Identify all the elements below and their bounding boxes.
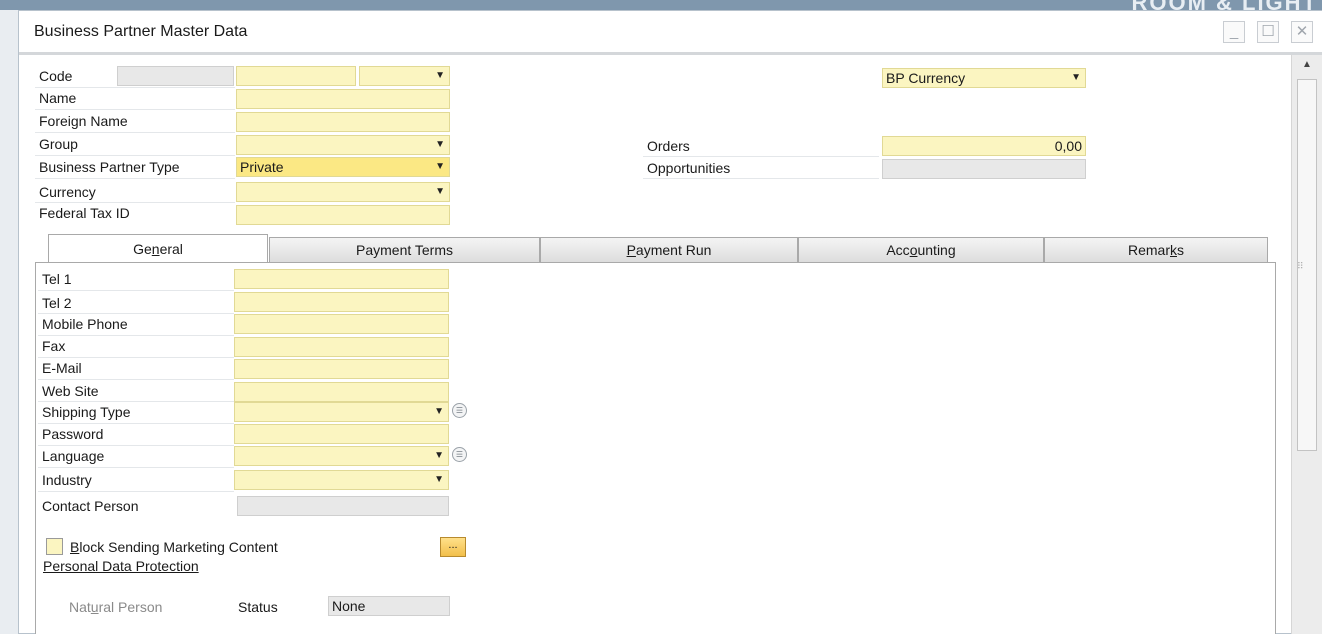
scroll-up-arrow-icon[interactable]: ▲ — [1298, 59, 1316, 75]
group-label: Group — [39, 136, 78, 152]
email-input[interactable] — [234, 359, 449, 379]
window-title: Business Partner Master Data — [34, 23, 248, 40]
minimize-button[interactable]: _ — [1223, 21, 1245, 43]
row-divider — [38, 401, 234, 402]
group-select[interactable]: ▼ — [236, 135, 450, 155]
currency-select[interactable]: ▼ — [236, 182, 450, 202]
row-divider — [35, 202, 235, 203]
row-divider — [38, 335, 234, 336]
federal-tax-id-label: Federal Tax ID — [39, 205, 130, 221]
block-marketing-label: Block Sending Marketing Content — [70, 539, 278, 555]
fax-label: Fax — [42, 338, 66, 354]
foreign-name-input[interactable] — [236, 112, 450, 132]
chevron-down-icon: ▼ — [435, 70, 445, 81]
status-label: Status — [238, 599, 278, 615]
shipping-type-list-icon[interactable]: ☰ — [452, 403, 467, 418]
code-input[interactable] — [236, 66, 356, 86]
close-button[interactable]: ✕ — [1291, 21, 1313, 43]
personal-data-protection-link[interactable]: Personal Data Protection — [43, 558, 199, 574]
chevron-down-icon: ▼ — [434, 450, 444, 461]
shipping-type-select[interactable]: ▼ — [234, 402, 449, 422]
contact-person-field — [237, 496, 449, 516]
block-marketing-checkbox[interactable] — [46, 538, 63, 555]
tel2-input[interactable] — [234, 292, 449, 312]
language-list-icon[interactable]: ☰ — [452, 447, 467, 462]
website-label: Web Site — [42, 383, 99, 399]
tab-remarks[interactable]: Remarks — [1044, 237, 1268, 263]
tab-general[interactable]: General — [48, 234, 268, 264]
row-divider — [35, 132, 235, 133]
window-titlebar: Business Partner Master Data _ ☐ ✕ — [19, 11, 1322, 55]
tel2-label: Tel 2 — [42, 295, 72, 311]
general-tab-panel — [35, 262, 1276, 634]
chevron-down-icon: ▼ — [435, 161, 445, 172]
contact-person-label: Contact Person — [42, 498, 139, 514]
row-divider — [38, 467, 234, 468]
opportunities-label: Opportunities — [647, 160, 731, 176]
row-divider — [35, 87, 235, 88]
tab-accounting[interactable]: Accounting — [798, 237, 1044, 263]
chevron-down-icon: ▼ — [435, 139, 445, 150]
orders-label: Orders — [647, 138, 690, 154]
bp-currency-value: BP Currency — [886, 70, 966, 86]
mobile-phone-label: Mobile Phone — [42, 316, 128, 332]
tab-payment-run[interactable]: Payment Run — [540, 237, 798, 263]
natural-person-label: Natural Person — [69, 599, 163, 615]
federal-tax-id-input[interactable] — [236, 205, 450, 225]
name-input[interactable] — [236, 89, 450, 109]
code-type-select[interactable]: ▼ — [359, 66, 450, 86]
orders-value-field: 0,00 — [882, 136, 1086, 156]
bp-type-label: Business Partner Type — [39, 159, 180, 175]
language-select[interactable]: ▼ — [234, 446, 449, 466]
bp-currency-select[interactable]: BP Currency ▼ — [882, 68, 1086, 88]
row-divider — [38, 290, 234, 291]
fax-input[interactable] — [234, 337, 449, 357]
bp-master-data-window: Business Partner Master Data _ ☐ ✕ Code … — [18, 10, 1322, 634]
bp-type-select[interactable]: Private ▼ — [236, 157, 450, 177]
row-divider — [643, 156, 879, 157]
tel1-input[interactable] — [234, 269, 449, 289]
website-input[interactable] — [234, 382, 449, 402]
mobile-phone-input[interactable] — [234, 314, 449, 334]
row-divider — [35, 178, 235, 179]
more-options-button[interactable]: ... — [440, 537, 466, 557]
industry-select[interactable]: ▼ — [234, 470, 449, 490]
opportunities-field — [882, 159, 1086, 179]
password-input[interactable] — [234, 424, 449, 444]
vertical-scrollbar[interactable]: ▲ — [1291, 55, 1322, 634]
tab-payment-terms[interactable]: Payment Terms — [269, 237, 540, 263]
row-divider — [38, 313, 234, 314]
row-divider — [643, 178, 879, 179]
email-label: E-Mail — [42, 360, 82, 376]
chevron-down-icon: ▼ — [435, 186, 445, 197]
status-field: None — [328, 596, 450, 616]
currency-label: Currency — [39, 184, 96, 200]
row-divider — [35, 155, 235, 156]
language-label: Language — [42, 448, 105, 464]
background-left-strip — [0, 10, 18, 634]
foreign-name-label: Foreign Name — [39, 113, 128, 129]
tel1-label: Tel 1 — [42, 271, 72, 287]
name-label: Name — [39, 90, 77, 106]
row-divider — [35, 109, 235, 110]
background-top-bar — [0, 0, 1322, 10]
row-divider — [38, 445, 234, 446]
code-label: Code — [39, 68, 73, 84]
chevron-down-icon: ▼ — [1071, 72, 1081, 83]
chevron-down-icon: ▼ — [434, 474, 444, 485]
maximize-button[interactable]: ☐ — [1257, 21, 1279, 43]
code-series-field[interactable] — [117, 66, 234, 86]
row-divider — [38, 379, 234, 380]
password-label: Password — [42, 426, 104, 442]
row-divider — [38, 423, 234, 424]
industry-label: Industry — [42, 472, 92, 488]
bp-type-value: Private — [240, 159, 284, 175]
row-divider — [38, 491, 234, 492]
shipping-type-label: Shipping Type — [42, 404, 131, 420]
resize-grip-icon: ⠿ — [1297, 261, 1304, 271]
chevron-down-icon: ▼ — [434, 406, 444, 417]
row-divider — [38, 357, 234, 358]
